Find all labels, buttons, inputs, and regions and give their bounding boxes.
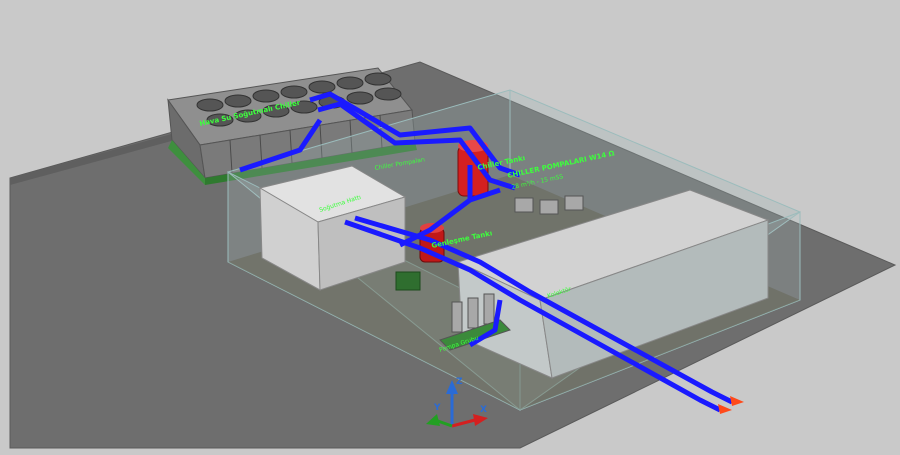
axis-label-x: X bbox=[480, 405, 487, 415]
cad-3d-viewport[interactable]: Hava Su Soğutmalı Chiller CHILLER POMPAL… bbox=[0, 0, 900, 451]
axis-label-y: Y bbox=[433, 403, 441, 413]
axis-label-z: Z bbox=[456, 377, 463, 387]
model-canvas[interactable]: Hava Su Soğutmalı Chiller CHILLER POMPAL… bbox=[0, 0, 900, 451]
small-pump-skid[interactable] bbox=[395, 271, 421, 291]
